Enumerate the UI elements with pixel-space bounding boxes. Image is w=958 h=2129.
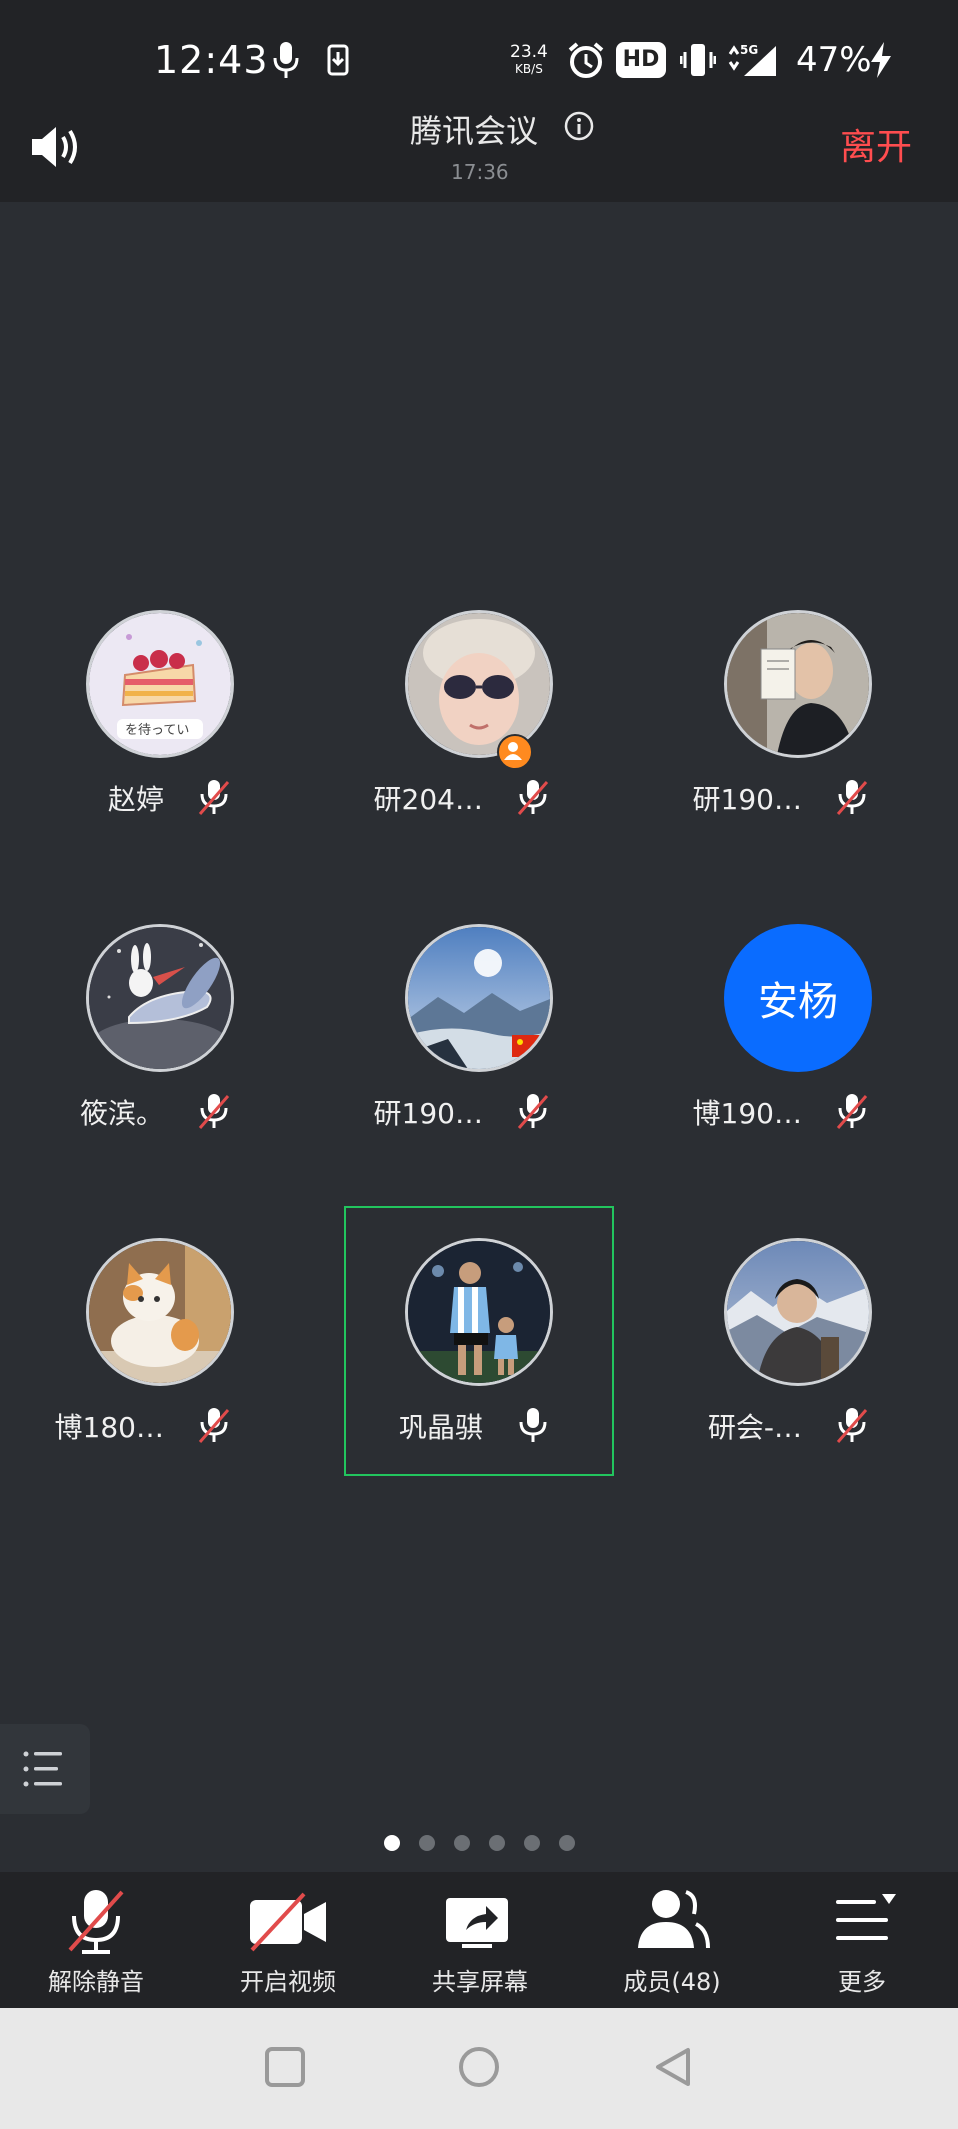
participant-list-toggle-button[interactable] — [0, 1724, 90, 1814]
page-dot[interactable] — [489, 1835, 505, 1851]
avatar-caption: を待ってい — [125, 723, 189, 738]
participant-tile[interactable]: 博180… — [0, 1238, 320, 1508]
avatar: を待ってい — [86, 610, 234, 758]
mic-muted-icon — [196, 1406, 232, 1448]
alarm-icon — [566, 40, 606, 84]
participant-tile[interactable]: 研190… — [638, 610, 958, 880]
participant-name: 博190… — [692, 1097, 802, 1130]
avatar — [724, 610, 872, 758]
host-badge — [497, 734, 533, 770]
battery-level: 47% — [796, 40, 872, 80]
share-screen-icon — [446, 1898, 508, 1948]
list-icon — [22, 1748, 66, 1794]
participant-name-row: 博180… — [0, 1406, 320, 1446]
page-dot[interactable] — [454, 1835, 470, 1851]
participant-tile[interactable]: 研204… — [319, 610, 639, 880]
mic-muted-icon — [196, 1092, 232, 1134]
start-video-button[interactable]: 开启视频 — [192, 1872, 384, 2008]
share-screen-button[interactable]: 共享屏幕 — [384, 1872, 576, 2008]
participant-tile[interactable]: 安杨 博190… — [638, 924, 958, 1194]
avatar — [405, 610, 553, 758]
mic-active-icon — [515, 1406, 551, 1448]
participant-name-row: 研190… — [638, 778, 958, 818]
unmute-label: 解除静音 — [48, 1968, 144, 1996]
mic-muted-icon — [834, 1406, 870, 1448]
signal-5g-icon: 5G — [726, 40, 780, 84]
network-speed-unit: KB/S — [515, 62, 543, 76]
circle-icon — [459, 2047, 499, 2087]
page-dot[interactable] — [559, 1835, 575, 1851]
participant-tile[interactable]: を待ってい 赵婷 — [0, 610, 320, 880]
mic-muted-icon — [834, 778, 870, 820]
avatar — [724, 1238, 872, 1386]
more-label: 更多 — [838, 1968, 886, 1996]
hd-badge: HD — [616, 42, 666, 78]
mic-muted-icon — [834, 1092, 870, 1134]
participant-name-row: 博190… — [638, 1092, 958, 1132]
page-dot[interactable] — [524, 1835, 540, 1851]
participant-name: 博180… — [54, 1411, 164, 1444]
microphone-status-icon — [272, 40, 300, 84]
participant-name: 筱滨。 — [79, 1097, 164, 1130]
page-dot[interactable] — [419, 1835, 435, 1851]
mic-muted-icon — [68, 1890, 124, 1954]
mic-muted-icon — [515, 1092, 551, 1134]
square-icon — [265, 2047, 305, 2087]
download-status-icon — [326, 40, 350, 84]
back-triangle-icon — [656, 2048, 690, 2086]
unmute-button[interactable]: 解除静音 — [0, 1872, 192, 2008]
members-button[interactable]: 成员(48) — [576, 1872, 768, 2008]
status-bar: 12:43 23.4 KB/S HD 5G 47% — [0, 0, 958, 122]
system-navigation-bar — [0, 2008, 958, 2129]
meeting-elapsed-time: 17:36 — [451, 160, 509, 184]
more-menu-icon — [836, 1894, 896, 1940]
avatar — [86, 1238, 234, 1386]
participant-name: 研204… — [373, 783, 483, 816]
participant-name: 巩晶骐 — [398, 1411, 483, 1444]
text-avatar: 安杨 — [724, 924, 872, 1072]
start-video-label: 开启视频 — [240, 1968, 336, 1996]
participant-name: 研190… — [692, 783, 802, 816]
avatar — [405, 1238, 553, 1386]
network-speed: 23.4 KB/S — [510, 44, 548, 78]
participant-tile[interactable]: 研190… — [319, 924, 639, 1194]
status-time: 12:43 — [154, 38, 269, 82]
share-screen-label: 共享屏幕 — [432, 1968, 528, 1996]
meeting-toolbar: 解除静音 开启视频 共享屏幕 成员(48) 更多 — [0, 1872, 958, 2008]
leave-button[interactable]: 离开 — [840, 118, 912, 170]
more-button[interactable]: 更多 — [766, 1872, 958, 2008]
mic-muted-icon — [196, 778, 232, 820]
participant-name-row: 研204… — [319, 778, 639, 818]
participant-name: 研会-… — [707, 1411, 802, 1444]
mic-muted-icon — [515, 778, 551, 820]
participant-name-row: 研会-… — [638, 1406, 958, 1446]
video-off-icon — [250, 1892, 326, 1952]
speaker-icon[interactable] — [28, 122, 84, 176]
recent-apps-button[interactable] — [264, 2046, 306, 2092]
participant-name-row: 研190… — [319, 1092, 639, 1132]
members-label: 成员(48) — [623, 1968, 721, 1996]
participant-name-row: 筱滨。 — [0, 1092, 320, 1132]
participant-tile[interactable]: 筱滨。 — [0, 924, 320, 1194]
participant-tile[interactable]: 巩晶骐 — [319, 1238, 639, 1508]
page-dot-active[interactable] — [384, 1835, 400, 1851]
home-button[interactable] — [458, 2046, 500, 2092]
vibrate-icon — [679, 40, 717, 84]
participant-name: 赵婷 — [107, 783, 164, 816]
participant-name: 研190… — [373, 1097, 483, 1130]
charging-icon — [868, 40, 894, 84]
meeting-title: 腾讯会议 — [410, 112, 539, 150]
network-type-label: 5G — [740, 43, 758, 57]
back-button[interactable] — [652, 2046, 694, 2092]
meeting-header: 腾讯会议 17:36 离开 — [0, 111, 958, 202]
participant-name-row: 赵婷 — [0, 778, 320, 818]
info-icon[interactable] — [563, 110, 595, 146]
network-speed-value: 23.4 — [510, 42, 548, 62]
avatar — [405, 924, 553, 1072]
members-icon — [638, 1890, 710, 1949]
avatar — [86, 924, 234, 1072]
participant-tile[interactable]: 研会-… — [638, 1238, 958, 1508]
participant-name-row: 巩晶骐 — [319, 1406, 639, 1446]
